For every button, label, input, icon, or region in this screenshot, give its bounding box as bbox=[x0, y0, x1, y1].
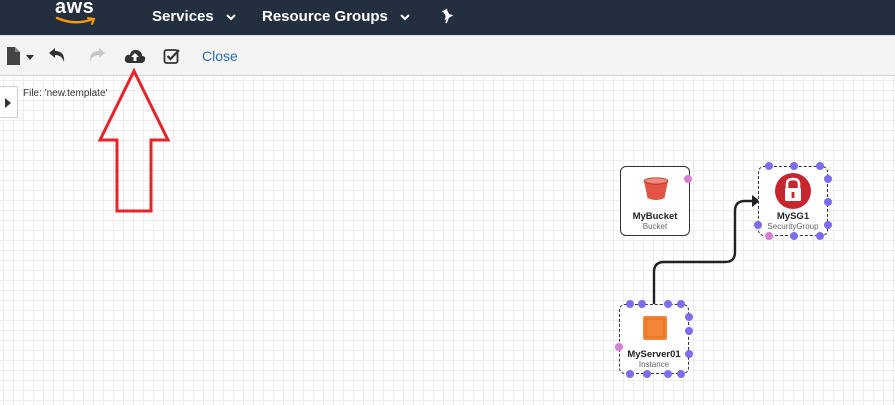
resource-mysg1[interactable]: MySG1 SecurityGroup bbox=[754, 162, 832, 240]
connection-port[interactable] bbox=[626, 300, 634, 308]
connection-port[interactable] bbox=[765, 232, 773, 240]
connection-port[interactable] bbox=[790, 232, 798, 240]
lock-icon bbox=[775, 173, 811, 209]
connection-port[interactable] bbox=[816, 232, 824, 240]
annotation-arrow-icon bbox=[97, 67, 171, 213]
connection-port[interactable] bbox=[685, 350, 693, 358]
connection-port[interactable] bbox=[685, 313, 693, 321]
bucket-icon bbox=[643, 177, 669, 200]
connection-port[interactable] bbox=[615, 343, 623, 351]
instance-icon bbox=[643, 316, 667, 340]
resource-type: Bucket bbox=[642, 222, 668, 231]
connection-port[interactable] bbox=[824, 198, 832, 206]
resource-name: MyBucket bbox=[632, 211, 678, 222]
connection-port[interactable] bbox=[643, 370, 651, 378]
connection-port[interactable] bbox=[638, 300, 646, 308]
connection-port[interactable] bbox=[684, 175, 692, 183]
resource-myserver01[interactable]: MyServer01 Instance bbox=[615, 300, 693, 378]
connection-port[interactable] bbox=[824, 221, 832, 229]
connection-port[interactable] bbox=[677, 370, 685, 378]
connection-port[interactable] bbox=[685, 327, 693, 335]
connection-port[interactable] bbox=[754, 221, 762, 229]
resource-mybucket[interactable]: MyBucket Bucket bbox=[620, 166, 692, 236]
connection-port[interactable] bbox=[626, 370, 634, 378]
connection-port[interactable] bbox=[824, 175, 832, 183]
connection-port[interactable] bbox=[677, 300, 685, 308]
connection-port[interactable] bbox=[664, 370, 672, 378]
resource-name: MySG1 bbox=[776, 211, 810, 222]
resource-type: SecurityGroup bbox=[767, 222, 819, 231]
connection-port[interactable] bbox=[765, 162, 773, 170]
connection-port[interactable] bbox=[790, 162, 798, 170]
connection-port[interactable] bbox=[664, 300, 672, 308]
resource-name: MyServer01 bbox=[627, 349, 681, 360]
resource-type: Instance bbox=[638, 360, 670, 369]
connection-port[interactable] bbox=[816, 162, 824, 170]
